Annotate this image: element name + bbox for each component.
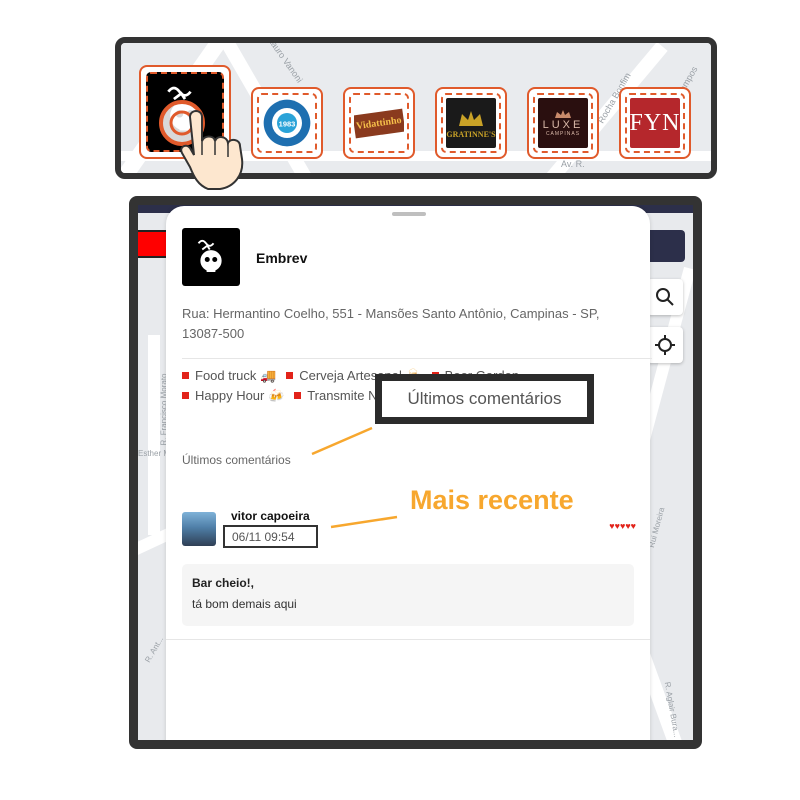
tag-bullet bbox=[182, 372, 189, 379]
divider bbox=[182, 358, 652, 359]
tag-emoji: 🚚 bbox=[260, 368, 277, 383]
venue-detail-sheet: Embrev Rua: Hermantino Coelho, 551 - Man… bbox=[166, 206, 652, 740]
pointing-hand-icon bbox=[180, 110, 244, 190]
map-road-label: R. Ant... bbox=[143, 634, 166, 665]
skull-logo-icon bbox=[197, 239, 222, 272]
tag-bullet bbox=[294, 391, 302, 399]
tag-bullet bbox=[182, 391, 189, 399]
comment-title: Bar cheio!, bbox=[192, 576, 255, 590]
crown-icon bbox=[555, 110, 571, 118]
comments-section-label: Últimos comentários bbox=[182, 453, 291, 467]
search-icon bbox=[656, 288, 674, 306]
logo-tile-luxe[interactable]: LUXE CAMPINAS bbox=[527, 87, 599, 159]
phone-screen: R. Francisco Morato Esther M. R. Ant... … bbox=[129, 196, 702, 749]
logo-est-year: 1983 bbox=[279, 119, 296, 128]
comment-datetime: 06/11 09:54 bbox=[223, 525, 318, 548]
strip-road-label: Av. R. bbox=[561, 159, 585, 169]
tag-item: Happy Hour 🍻 bbox=[182, 388, 285, 403]
tag-emoji: 🍻 bbox=[268, 387, 285, 403]
comment-text: tá bom demais aqui bbox=[192, 597, 297, 611]
navy-action-bar[interactable] bbox=[645, 230, 685, 262]
map-road bbox=[148, 335, 160, 535]
tag-bullet bbox=[286, 372, 294, 379]
comment-body: Bar cheio!, tá bom demais aqui bbox=[182, 564, 634, 626]
comment-author: vitor capoeira bbox=[231, 509, 310, 523]
tag-label: Happy Hour bbox=[195, 387, 265, 403]
locate-button[interactable] bbox=[647, 327, 683, 363]
logo-frame: GRATINNE'S bbox=[441, 93, 501, 153]
tag-item: Food truck 🚚 bbox=[182, 368, 277, 383]
luxe-wordmark: LUXE bbox=[542, 119, 584, 131]
rating-hearts: ♥♥♥♥♥ bbox=[609, 521, 636, 531]
crown-icon bbox=[459, 110, 483, 126]
venue-address: Rua: Hermantino Coelho, 551 - Mansões Sa… bbox=[182, 306, 600, 341]
gratinnes-wordmark: GRATINNE'S bbox=[446, 129, 496, 139]
tag-label: Food truck bbox=[195, 368, 257, 383]
search-button[interactable] bbox=[647, 279, 683, 315]
logo-frame: LUXE CAMPINAS bbox=[533, 93, 593, 153]
vidattinho-wordmark: Vidattinho bbox=[354, 108, 404, 138]
sheet-grab-handle[interactable] bbox=[392, 212, 426, 216]
logo-tile-fyn[interactable]: FYN bbox=[619, 87, 691, 159]
logo-tile-gratinnes[interactable]: GRATINNE'S bbox=[435, 87, 507, 159]
callout-comments-zoom: Últimos comentários bbox=[375, 374, 594, 424]
logo-tile-vidattinho[interactable]: Vidattinho bbox=[343, 87, 415, 159]
luxe-subtitle: CAMPINAS bbox=[545, 131, 581, 137]
crosshair-icon bbox=[655, 335, 675, 355]
fyn-wordmark: FYN bbox=[630, 109, 680, 136]
venue-name: Embrev bbox=[256, 250, 308, 266]
divider bbox=[166, 639, 650, 640]
callout-most-recent: Mais recente bbox=[410, 485, 574, 515]
venue-logo bbox=[182, 228, 240, 286]
logo-frame: FYN bbox=[625, 93, 685, 153]
logo-frame: Vidattinho bbox=[349, 93, 409, 153]
avatar bbox=[182, 512, 216, 546]
